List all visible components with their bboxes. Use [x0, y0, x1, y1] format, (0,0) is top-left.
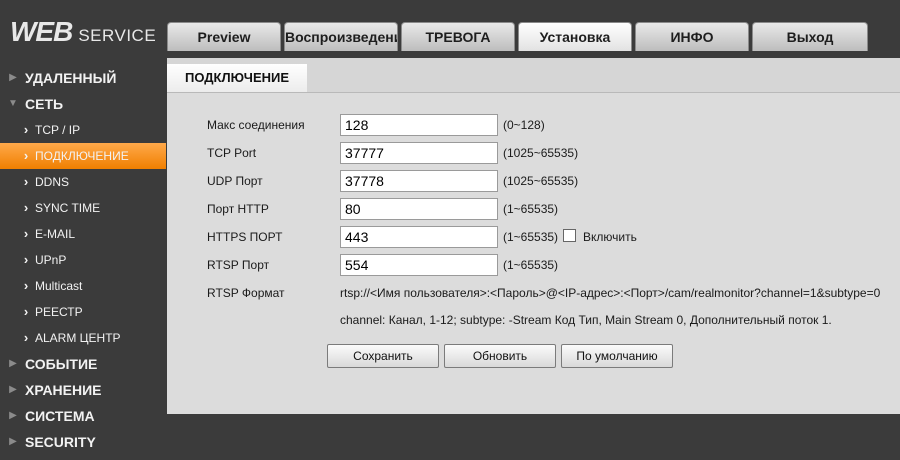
tab-alarm[interactable]: ТРЕВОГА [401, 22, 515, 51]
chevron-right-icon: › [23, 122, 29, 137]
refresh-button[interactable]: Обновить [444, 344, 556, 368]
sidebar-item-email[interactable]: › E-MAIL [0, 221, 166, 247]
sidebar-item-label: E-MAIL [35, 227, 76, 241]
sidebar-item-remote[interactable]: ▶ УДАЛЕННЫЙ [0, 65, 166, 91]
sidebar-item-storage[interactable]: ▶ ХРАНЕНИЕ [0, 377, 166, 403]
sidebar-item-system[interactable]: ▶ СИСТЕМА [0, 403, 166, 429]
https-port-input[interactable] [340, 226, 498, 248]
field-label: TCP Port [207, 146, 257, 160]
sidebar-item-registry[interactable]: › РЕЕСТР [0, 299, 166, 325]
sidebar-item-label: СЕТЬ [25, 96, 64, 112]
expand-arrow-icon: ▶ [9, 436, 17, 447]
sidebar-item-tcp-ip[interactable]: › TCP / IP [0, 117, 166, 143]
save-button[interactable]: Сохранить [327, 344, 439, 368]
https-enable-checkbox[interactable] [563, 229, 576, 242]
field-range: (1~65535) [503, 202, 559, 216]
rtsp-port-input[interactable] [340, 254, 498, 276]
sidebar-item-sync-time[interactable]: › SYNC TIME [0, 195, 166, 221]
sidebar-item-label: TCP / IP [35, 123, 81, 137]
field-label: Порт HTTP [207, 202, 269, 216]
sidebar-item-multicast[interactable]: › Multicast [0, 273, 166, 299]
rtsp-channel-note: channel: Канал, 1-12; subtype: -Stream К… [340, 313, 832, 327]
sidebar-item-event[interactable]: ▶ СОБЫТИЕ [0, 351, 166, 377]
tcp-port-input[interactable] [340, 142, 498, 164]
logo-text-sub: SERVICE [78, 26, 157, 45]
sidebar-item-security[interactable]: ▶ SECURITY [0, 429, 166, 455]
tab-logout[interactable]: Выход [752, 22, 868, 51]
collapse-arrow-icon: ▼ [8, 98, 18, 109]
field-range: (0~128) [503, 118, 545, 132]
sidebar-item-label: ALARM ЦЕНТР [35, 331, 121, 345]
chevron-right-icon: › [23, 226, 29, 241]
sidebar-item-label: UPnP [35, 253, 67, 267]
sidebar-item-label: Multicast [35, 279, 83, 293]
section-title: ПОДКЛЮЧЕНИЕ [167, 64, 307, 92]
main-panel: ПОДКЛЮЧЕНИЕ Макс соединения (0~128) TCP … [167, 58, 900, 415]
chevron-right-icon: › [23, 148, 29, 163]
chevron-right-icon: › [23, 304, 29, 319]
field-range: (1025~65535) [503, 174, 579, 188]
rtsp-format-value: rtsp://<Имя пользователя>:<Пароль>@<IP-а… [340, 286, 881, 300]
expand-arrow-icon: ▶ [9, 72, 17, 83]
expand-arrow-icon: ▶ [9, 384, 17, 395]
sidebar-item-upnp[interactable]: › UPnP [0, 247, 166, 273]
tab-info[interactable]: ИНФО [635, 22, 749, 51]
field-label: HTTPS ПОРТ [207, 230, 283, 244]
form-row-https-port: HTTPS ПОРТ (1~65535) Включить [207, 226, 667, 248]
max-connections-input[interactable] [340, 114, 498, 136]
sidebar-item-connection[interactable]: › ПОДКЛЮЧЕНИЕ [0, 143, 166, 169]
chevron-right-icon: › [23, 200, 29, 215]
sidebar: ▶ УДАЛЕННЫЙ ▼ СЕТЬ › TCP / IP › ПОДКЛЮЧЕ… [0, 60, 166, 460]
field-label: UDP Порт [207, 174, 263, 188]
field-range: (1~65535) [503, 258, 559, 272]
sidebar-item-label: РЕЕСТР [35, 305, 83, 319]
sidebar-item-label: ПОДКЛЮЧЕНИЕ [35, 149, 129, 163]
https-enable-label: Включить [583, 230, 637, 244]
field-label: Макс соединения [207, 118, 305, 132]
chevron-right-icon: › [23, 174, 29, 189]
rtsp-format-label: RTSP Формат [207, 286, 285, 300]
sidebar-item-label: SECURITY [25, 434, 96, 450]
tab-preview[interactable]: Preview [167, 22, 281, 51]
sidebar-item-label: СОБЫТИЕ [25, 356, 98, 372]
footer-background [167, 414, 900, 460]
tab-playback[interactable]: Воспроизведение [284, 22, 398, 51]
chevron-right-icon: › [23, 330, 29, 345]
expand-arrow-icon: ▶ [9, 410, 17, 421]
sidebar-item-label: СИСТЕМА [25, 408, 95, 424]
chevron-right-icon: › [23, 252, 29, 267]
sidebar-item-ddns[interactable]: › DDNS [0, 169, 166, 195]
sidebar-item-label: SYNC TIME [35, 201, 101, 215]
udp-port-input[interactable] [340, 170, 498, 192]
tab-setup[interactable]: Установка [518, 22, 632, 51]
sidebar-item-label: УДАЛЕННЫЙ [25, 70, 117, 86]
http-port-input[interactable] [340, 198, 498, 220]
expand-arrow-icon: ▶ [9, 358, 17, 369]
default-button[interactable]: По умолчанию [561, 344, 673, 368]
header-bar: WEB SERVICE Preview Воспроизведение ТРЕВО… [0, 0, 900, 58]
chevron-right-icon: › [23, 278, 29, 293]
sidebar-item-alarm-center[interactable]: › ALARM ЦЕНТР [0, 325, 166, 351]
connection-form: Макс соединения (0~128) TCP Port (1025~6… [167, 92, 900, 415]
web-service-logo: WEB SERVICE [10, 16, 156, 48]
field-label: RTSP Порт [207, 258, 270, 272]
sidebar-item-label: ХРАНЕНИЕ [25, 382, 102, 398]
field-range: (1025~65535) [503, 146, 579, 160]
logo-text-main: WEB [10, 16, 73, 47]
field-range: (1~65535) [503, 230, 559, 244]
sidebar-item-network[interactable]: ▼ СЕТЬ [0, 91, 166, 117]
sidebar-item-label: DDNS [35, 175, 70, 189]
